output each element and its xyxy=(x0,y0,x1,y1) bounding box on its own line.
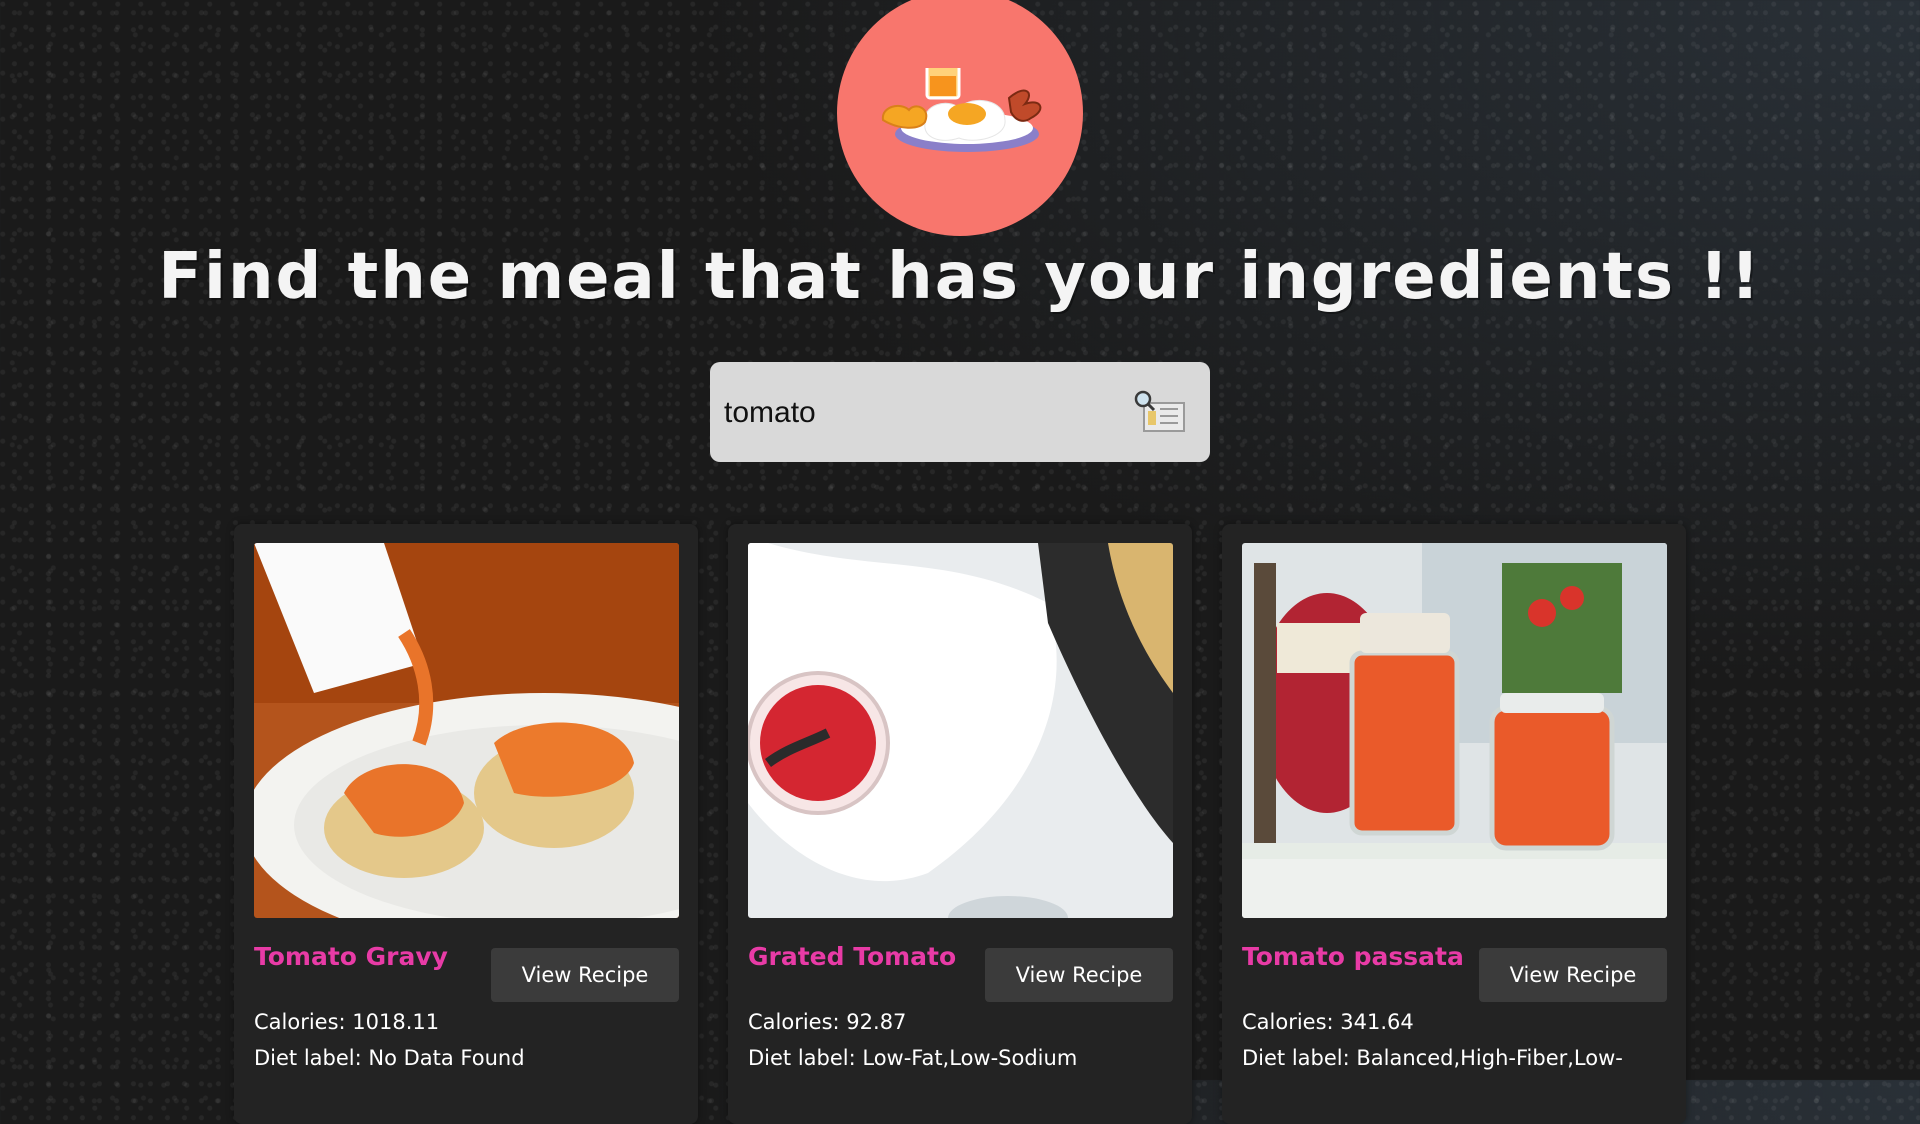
search-box xyxy=(710,362,1210,462)
recipe-title[interactable]: Tomato Gravy xyxy=(254,942,448,971)
recipe-calories: Calories: 1018.11 xyxy=(254,1010,440,1034)
recipe-calories: Calories: 92.87 xyxy=(748,1010,907,1034)
recipe-card: Grated Tomato View Recipe Calories: 92.8… xyxy=(728,524,1192,1124)
recipe-card: Tomato Gravy View Recipe Calories: 1018.… xyxy=(234,524,698,1124)
recipe-card: Tomato passata View Recipe Calories: 341… xyxy=(1222,524,1686,1124)
recipe-diet-label: Diet label: Balanced,High-Fiber,Low- xyxy=(1242,1046,1623,1070)
search-input[interactable] xyxy=(722,390,1126,436)
breakfast-plate-icon xyxy=(881,68,1042,152)
search-icon[interactable] xyxy=(1132,389,1190,435)
recipe-title[interactable]: Grated Tomato xyxy=(748,942,956,971)
recipe-diet-label: Diet label: Low-Fat,Low-Sodium xyxy=(748,1046,1078,1070)
recipe-title[interactable]: Tomato passata xyxy=(1242,942,1464,971)
recipe-image-tomato-gravy[interactable] xyxy=(254,543,679,918)
recipe-calories: Calories: 341.64 xyxy=(1242,1010,1414,1034)
view-recipe-button[interactable]: View Recipe xyxy=(491,948,679,1002)
recipe-diet-label: Diet label: No Data Found xyxy=(254,1046,525,1070)
view-recipe-button[interactable]: View Recipe xyxy=(1479,948,1667,1002)
recipe-image-grated-tomato[interactable] xyxy=(748,543,1173,918)
app-logo xyxy=(837,0,1083,236)
recipe-image-tomato-passata[interactable] xyxy=(1242,543,1667,918)
view-recipe-button[interactable]: View Recipe xyxy=(985,948,1173,1002)
page-title: Find the meal that has your ingredients … xyxy=(158,240,1762,314)
